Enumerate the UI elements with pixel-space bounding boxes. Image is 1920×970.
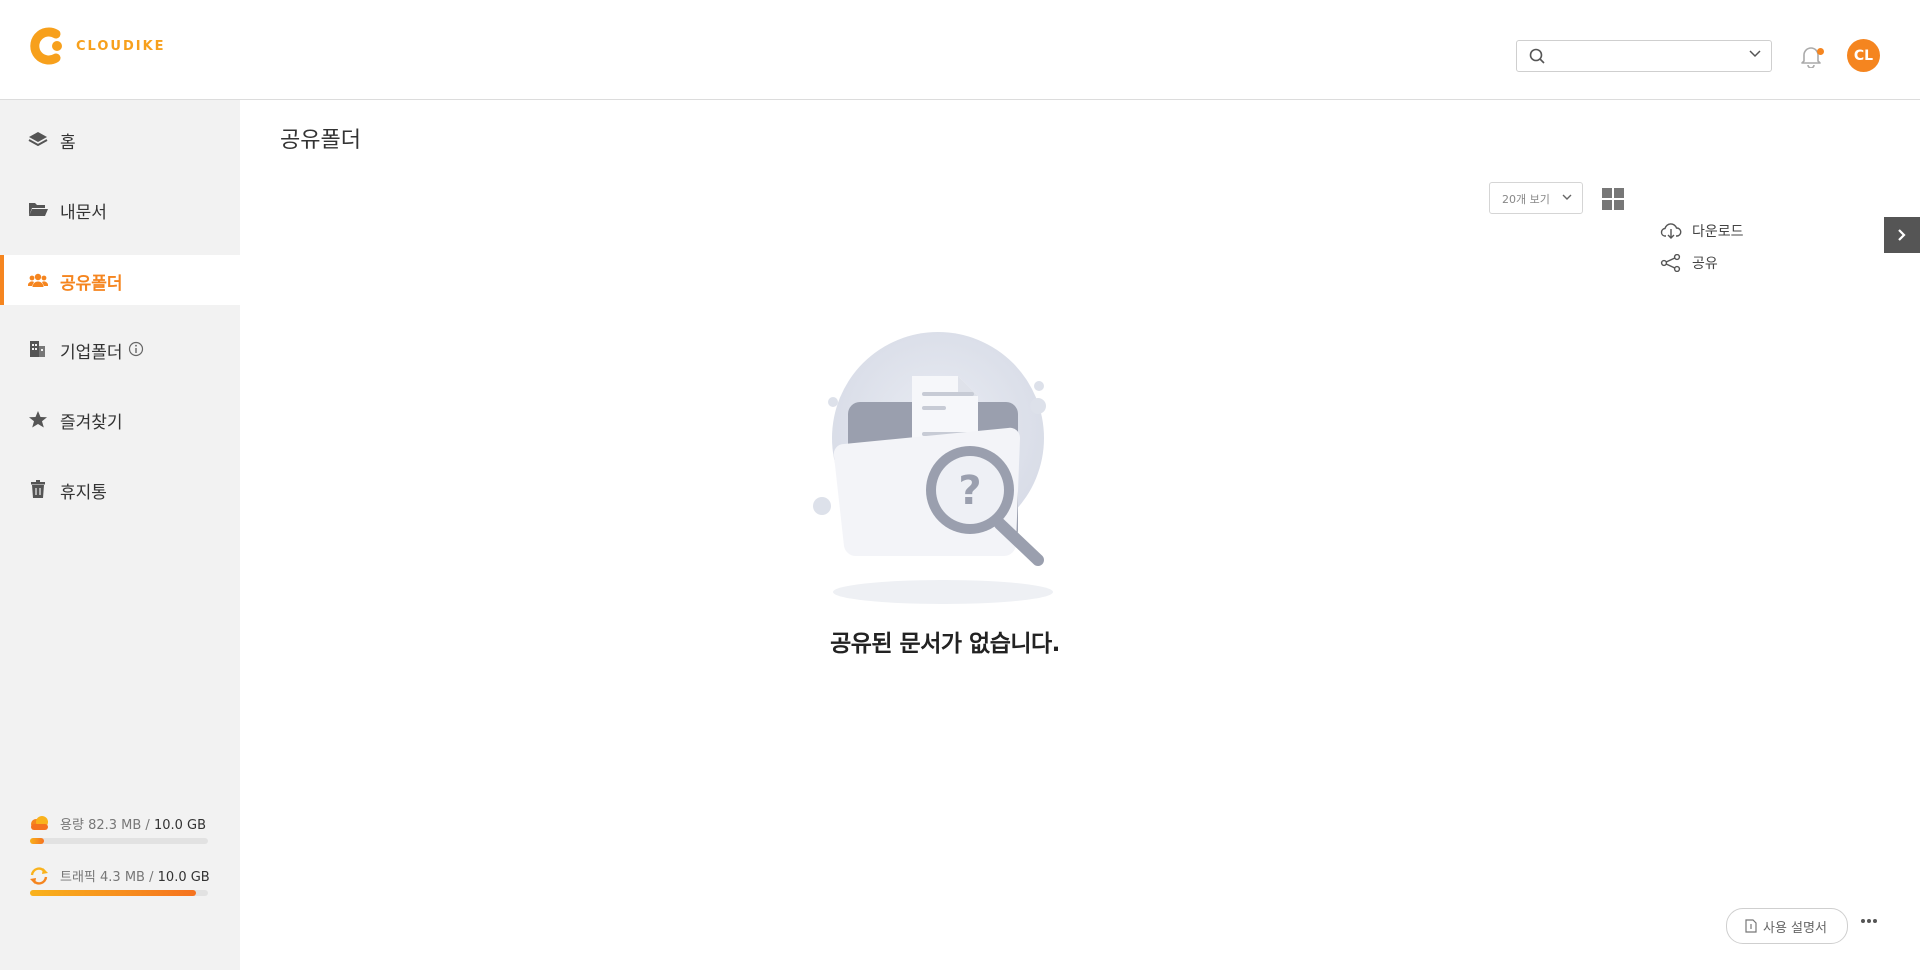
sidebar-item-label: 홈 xyxy=(60,133,76,153)
logo-text: CLOUDIKE xyxy=(76,38,166,54)
sidebar-item-home[interactable]: 홈 xyxy=(0,114,240,164)
empty-state-message: 공유된 문서가 없습니다. xyxy=(830,631,1060,657)
storage-separator: / xyxy=(145,818,150,833)
details-panel-toggle[interactable] xyxy=(1884,217,1920,253)
sidebar-item-label: 휴지통 xyxy=(60,483,107,503)
building-icon xyxy=(30,341,45,357)
document-icon xyxy=(1745,919,1757,933)
sidebar-item-label: 즐겨찾기 xyxy=(60,413,123,433)
storage-used: 82.3 MB xyxy=(88,818,142,833)
trash-icon xyxy=(31,480,45,498)
sidebar-item-label: 내문서 xyxy=(60,203,107,223)
svg-text:?: ? xyxy=(958,468,981,514)
storage-label: 용량 xyxy=(60,818,84,833)
traffic-progress-fill xyxy=(30,890,196,896)
traffic-progress-track xyxy=(30,890,208,896)
traffic-text: 트래픽 4.3 MB / 10.0 GB xyxy=(60,866,210,885)
cloud-storage-icon xyxy=(31,816,48,830)
storage-progress-fill xyxy=(30,838,45,844)
page-title: 공유폴더 xyxy=(280,128,361,153)
traffic-separator: / xyxy=(149,870,154,885)
sidebar-item-my-documents[interactable]: 내문서 xyxy=(0,184,240,234)
search-input[interactable] xyxy=(1555,45,1739,67)
sidebar-item-label: 기업폴더 xyxy=(60,343,123,363)
info-icon[interactable] xyxy=(128,341,144,357)
chevron-down-icon[interactable] xyxy=(1749,50,1761,58)
sidebar: 홈 내문서 공유폴더 기업폴더 즐겨찾기 휴지통 용량 82.3 MB / 10… xyxy=(0,100,240,970)
users-icon xyxy=(28,273,48,287)
top-header: CLOUDIKE CL xyxy=(0,0,1920,100)
grid-view-icon[interactable] xyxy=(1602,188,1624,210)
sync-icon xyxy=(30,867,48,885)
star-icon xyxy=(29,411,47,428)
logo-mark-icon xyxy=(30,27,62,65)
cloud-download-icon xyxy=(1660,223,1682,239)
user-avatar[interactable]: CL xyxy=(1847,39,1880,72)
traffic-label: 트래픽 xyxy=(60,870,96,885)
storage-text: 용량 82.3 MB / 10.0 GB xyxy=(60,814,206,833)
more-options-icon[interactable] xyxy=(1860,918,1878,924)
storage-progress-track xyxy=(30,838,208,844)
storage-total: 10.0 GB xyxy=(153,818,207,833)
cloudike-logo[interactable]: CLOUDIKE xyxy=(28,24,166,68)
share-icon xyxy=(1660,254,1681,272)
search-box[interactable] xyxy=(1516,40,1772,72)
chevron-right-icon xyxy=(1898,229,1906,241)
user-manual-button[interactable]: 사용 설명서 xyxy=(1726,908,1848,944)
empty-folder-search-illustration: ? xyxy=(813,332,1053,604)
sidebar-item-shared-folders[interactable]: 공유폴더 xyxy=(0,255,240,305)
layers-icon xyxy=(28,132,48,147)
chevron-down-icon xyxy=(1562,194,1572,200)
sidebar-item-trash[interactable]: 휴지통 xyxy=(0,464,240,514)
per-page-value: 20개 보기 xyxy=(1502,193,1550,206)
folder-open-icon xyxy=(29,203,48,216)
traffic-total: 10.0 GB xyxy=(157,870,210,885)
download-label: 다운로드 xyxy=(1692,224,1744,240)
share-action[interactable]: 공유 xyxy=(1660,252,1780,274)
sidebar-item-company-folders[interactable]: 기업폴더 xyxy=(0,324,240,374)
traffic-used: 4.3 MB xyxy=(100,870,145,885)
download-action[interactable]: 다운로드 xyxy=(1660,220,1780,242)
per-page-select[interactable]: 20개 보기 xyxy=(1489,182,1583,214)
user-manual-label: 사용 설명서 xyxy=(1763,921,1827,936)
share-label: 공유 xyxy=(1692,256,1718,272)
sidebar-item-label: 공유폴더 xyxy=(60,274,123,294)
notification-dot xyxy=(1817,48,1824,55)
search-icon xyxy=(1529,48,1545,64)
sidebar-item-favorites[interactable]: 즐겨찾기 xyxy=(0,394,240,444)
